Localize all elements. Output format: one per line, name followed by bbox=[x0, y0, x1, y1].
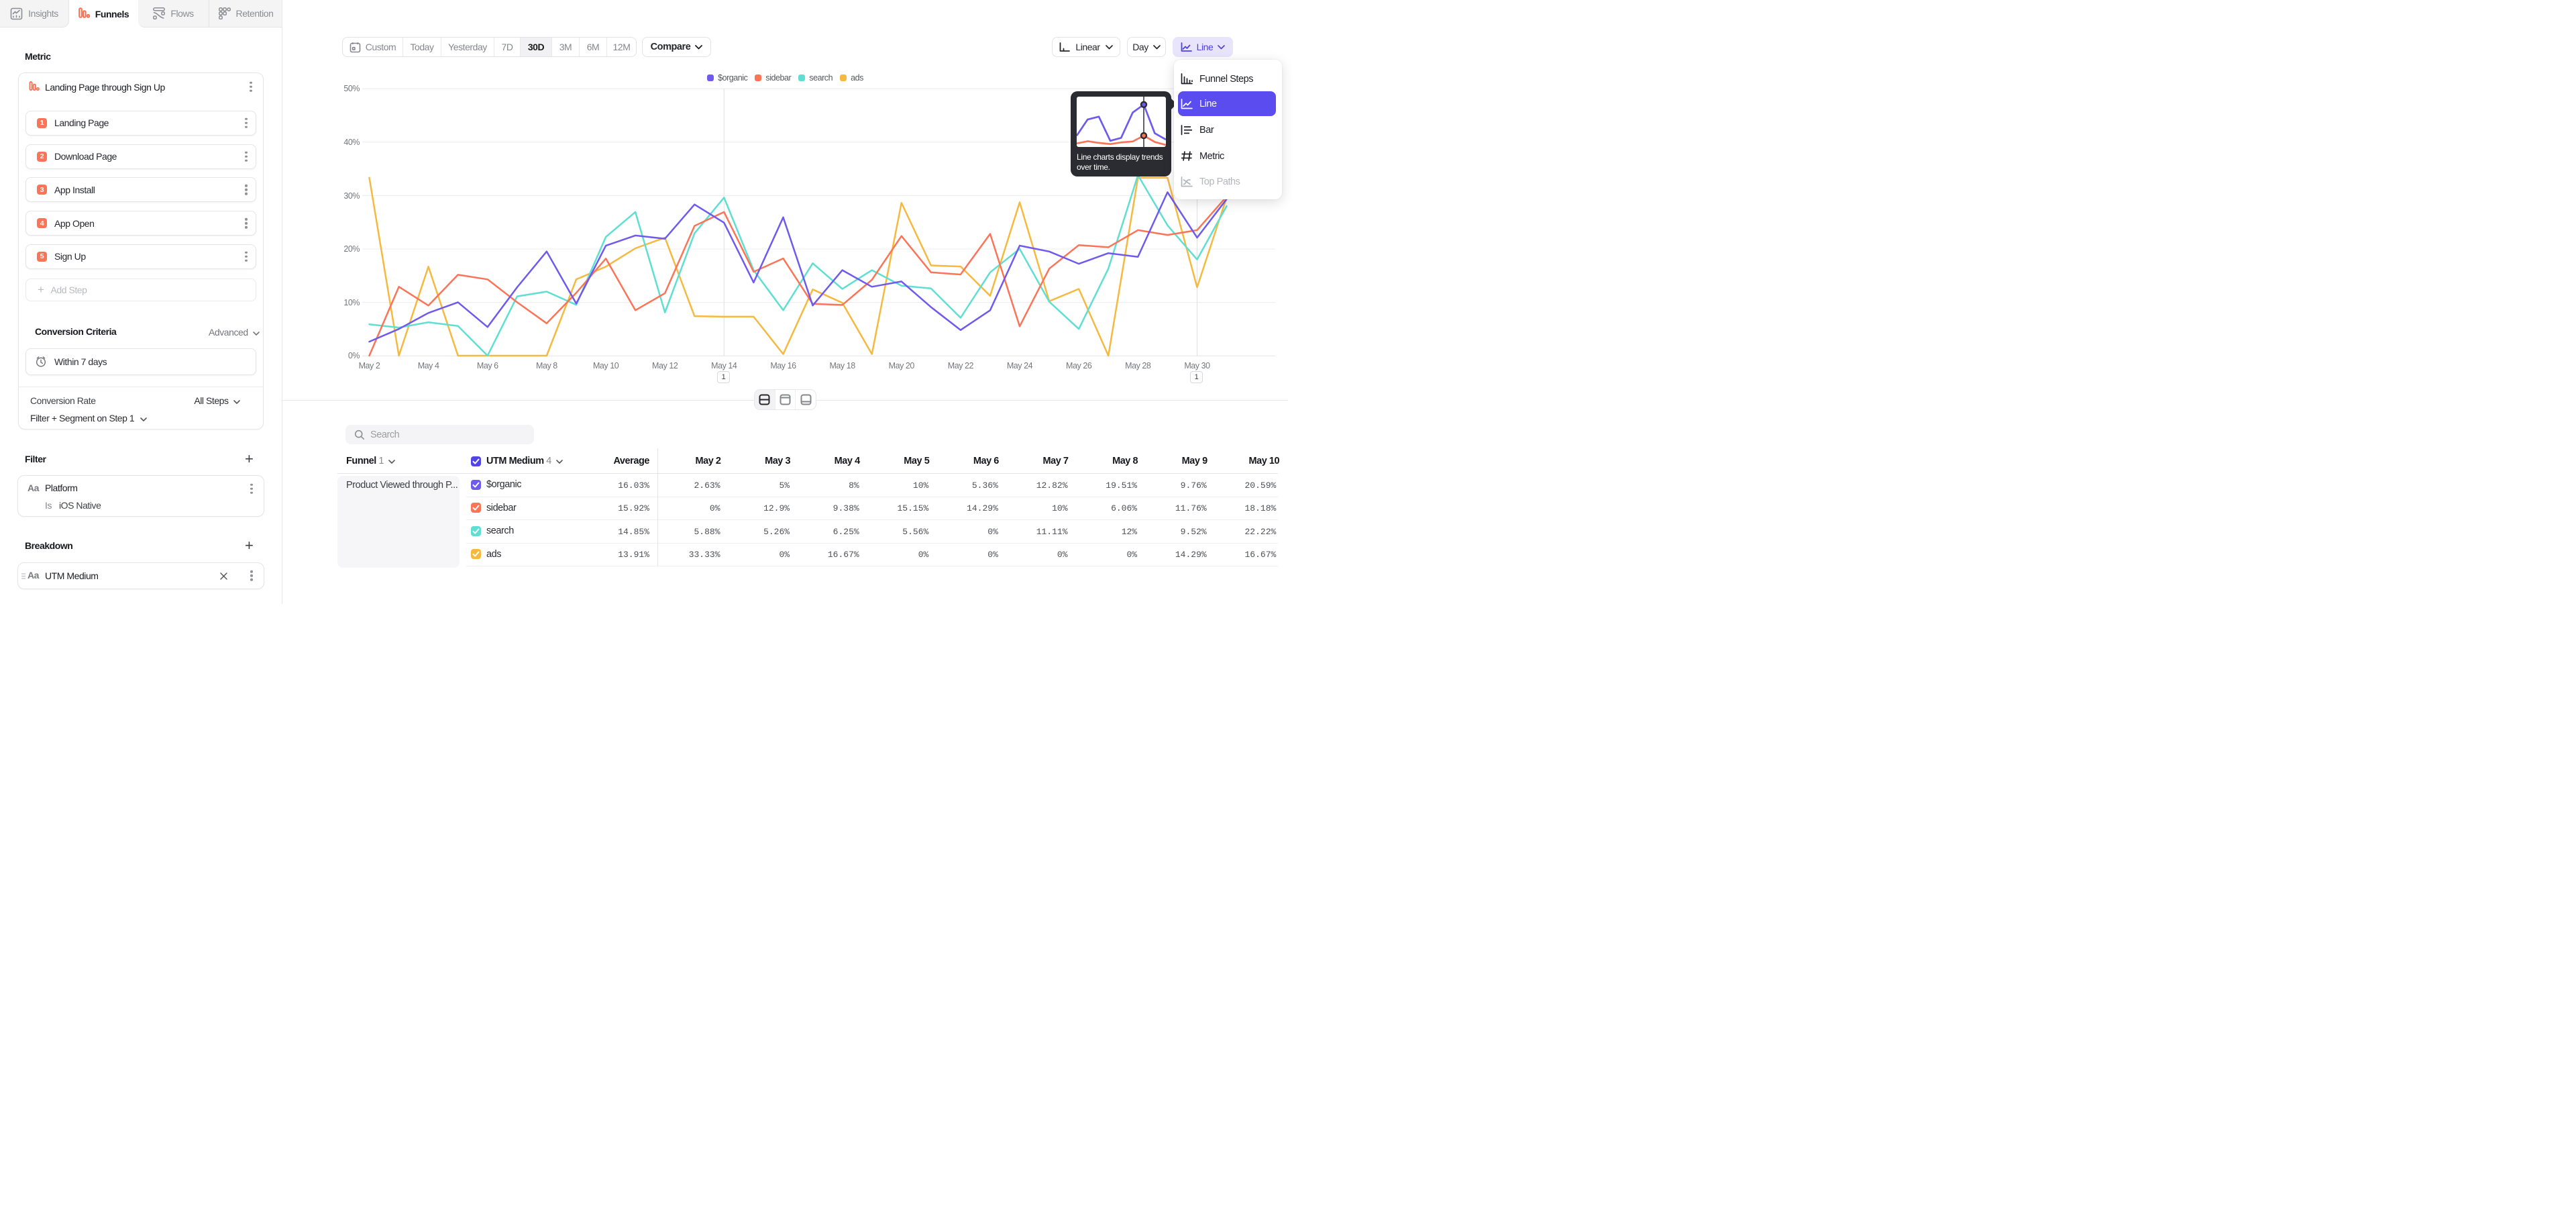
svg-text:May 16: May 16 bbox=[770, 361, 796, 370]
svg-text:May 2: May 2 bbox=[359, 361, 380, 370]
svg-text:20%: 20% bbox=[343, 244, 360, 254]
svg-text:May 12: May 12 bbox=[652, 361, 678, 370]
svg-text:May 26: May 26 bbox=[1066, 361, 1092, 370]
svg-text:May 22: May 22 bbox=[948, 361, 974, 370]
svg-text:50%: 50% bbox=[343, 84, 360, 93]
svg-text:May 24: May 24 bbox=[1007, 361, 1033, 370]
svg-text:May 8: May 8 bbox=[536, 361, 557, 370]
svg-text:May 14: May 14 bbox=[711, 361, 737, 370]
svg-text:May 4: May 4 bbox=[418, 361, 439, 370]
svg-text:10%: 10% bbox=[343, 298, 360, 307]
svg-text:May 20: May 20 bbox=[889, 361, 915, 370]
svg-text:May 18: May 18 bbox=[829, 361, 855, 370]
svg-text:May 28: May 28 bbox=[1125, 361, 1151, 370]
svg-text:May 30: May 30 bbox=[1184, 361, 1210, 370]
svg-text:May 6: May 6 bbox=[477, 361, 498, 370]
svg-text:30%: 30% bbox=[343, 191, 360, 201]
svg-text:40%: 40% bbox=[343, 138, 360, 147]
svg-text:0%: 0% bbox=[348, 351, 360, 360]
svg-text:May 10: May 10 bbox=[593, 361, 619, 370]
